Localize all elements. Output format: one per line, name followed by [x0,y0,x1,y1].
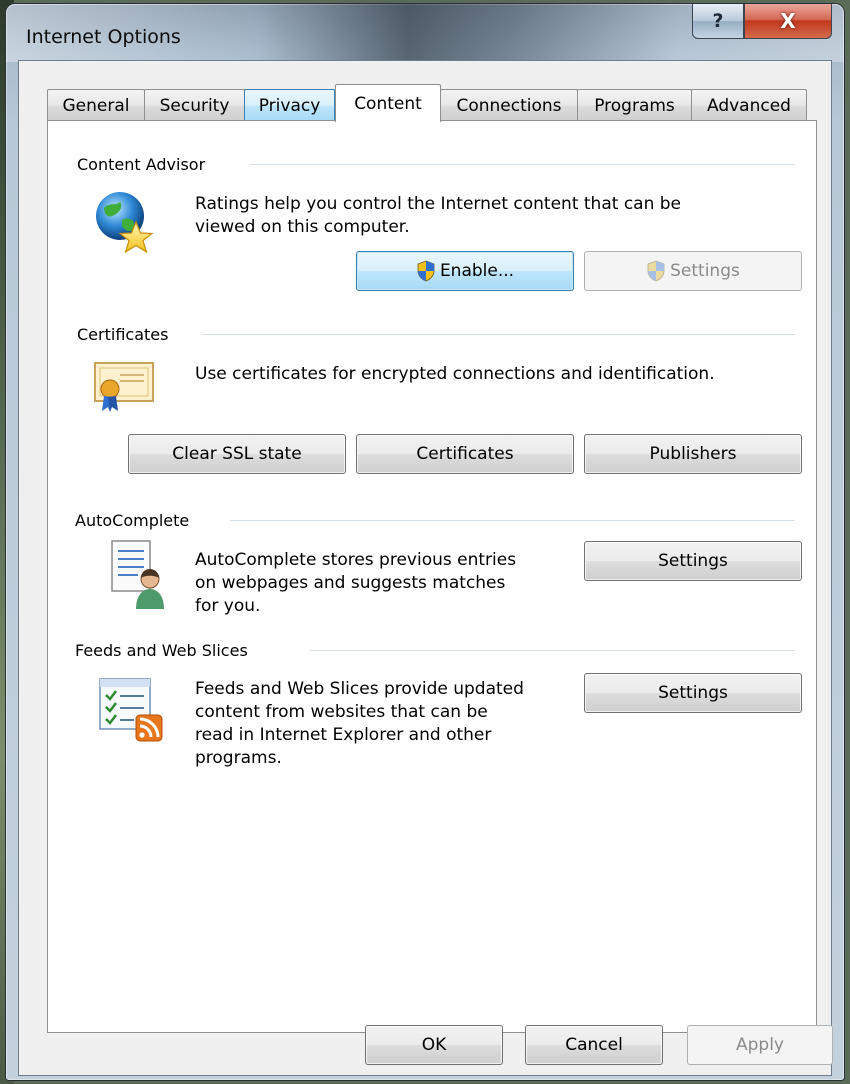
publishers-label: Publishers [649,444,737,464]
autocomplete-icon [110,539,172,611]
content-advisor-title: Content Advisor [77,155,206,174]
feeds-title: Feeds and Web Slices [75,641,248,660]
globe-star-icon [90,186,162,258]
close-button[interactable]: X [744,4,832,39]
tab-advanced[interactable]: Advanced [691,89,807,121]
description-line: content from websites that can be [195,702,488,722]
window-title: Internet Options [26,26,181,48]
apply-label: Apply [736,1035,784,1055]
enable-label: Enable... [439,261,515,281]
tab-security[interactable]: Security [144,89,245,121]
description-line: Ratings help you control the Internet co… [195,194,682,214]
settings-label: Settings [670,261,740,281]
content-advisor-description: Ratings help you control the Internet co… [195,193,681,239]
description-line: for you. [195,596,261,616]
dialog-client-area: General Security Privacy Content Connect… [18,60,833,1076]
tab-label: Advanced [707,95,791,116]
cancel-label: Cancel [565,1035,623,1055]
ok-label: OK [421,1035,447,1055]
enable-button[interactable]: Enable... [356,251,574,291]
tab-label: Connections [456,95,562,116]
autocomplete-title: AutoComplete [75,511,190,530]
title-bar[interactable]: Internet Options ? X [6,4,844,62]
tab-label: Content [354,93,422,114]
group-divider [230,520,795,522]
clear-ssl-state-button[interactable]: Clear SSL state [128,434,346,474]
internet-options-dialog: Internet Options ? X General Security Pr… [6,4,844,1080]
tab-privacy[interactable]: Privacy [244,89,335,121]
description-line: viewed on this computer. [195,217,410,237]
description-line: Feeds and Web Slices provide updated [195,679,524,699]
description-line: programs. [195,748,282,768]
description-line: on webpages and suggests matches [195,573,506,593]
clear-ssl-label: Clear SSL state [172,444,302,464]
tab-label: Security [159,95,230,116]
certificates-title: Certificates [77,325,169,344]
content-advisor-settings-button[interactable]: Settings [584,251,802,291]
tab-label: Programs [594,95,675,116]
apply-button[interactable]: Apply [687,1025,833,1065]
feeds-heading: Feeds and Web Slices [75,641,248,660]
title-buttons: ? X [692,4,832,39]
certificates-description: Use certificates for encrypted connectio… [195,364,715,384]
publishers-button[interactable]: Publishers [584,434,802,474]
help-button[interactable]: ? [692,4,744,39]
autocomplete-heading: AutoComplete [75,511,189,530]
help-icon: ? [712,10,724,32]
description-line: read in Internet Explorer and other [195,725,492,745]
tab-general[interactable]: General [47,89,145,121]
close-icon: X [780,9,796,33]
certificate-icon [92,359,158,415]
certificates-heading: Certificates [77,325,168,344]
feeds-description: Feeds and Web Slices provide updated con… [195,678,524,770]
feeds-settings-button[interactable]: Settings [584,673,802,713]
ok-button[interactable]: OK [365,1025,503,1065]
content-advisor-heading: Content Advisor [77,155,205,174]
settings-label: Settings [658,683,728,703]
cancel-button[interactable]: Cancel [525,1025,663,1065]
uac-shield-icon [417,260,435,282]
tab-content[interactable]: Content [335,84,441,122]
uac-shield-icon [647,260,665,282]
autocomplete-settings-button[interactable]: Settings [584,541,802,581]
tab-label: Privacy [258,95,321,116]
group-divider [250,164,795,166]
certificates-label: Certificates [416,444,514,464]
content-tab-panel: Content Advisor Ratings help you control… [47,120,817,1033]
tab-label: General [62,95,130,116]
certificates-button[interactable]: Certificates [356,434,574,474]
feed-icon [98,677,164,743]
group-divider [202,334,795,336]
group-divider [310,650,795,652]
description-line: AutoComplete stores previous entries [195,550,517,570]
settings-label: Settings [658,551,728,571]
tab-connections[interactable]: Connections [440,89,578,121]
autocomplete-description: AutoComplete stores previous entries on … [195,549,516,618]
tab-programs[interactable]: Programs [577,89,692,121]
